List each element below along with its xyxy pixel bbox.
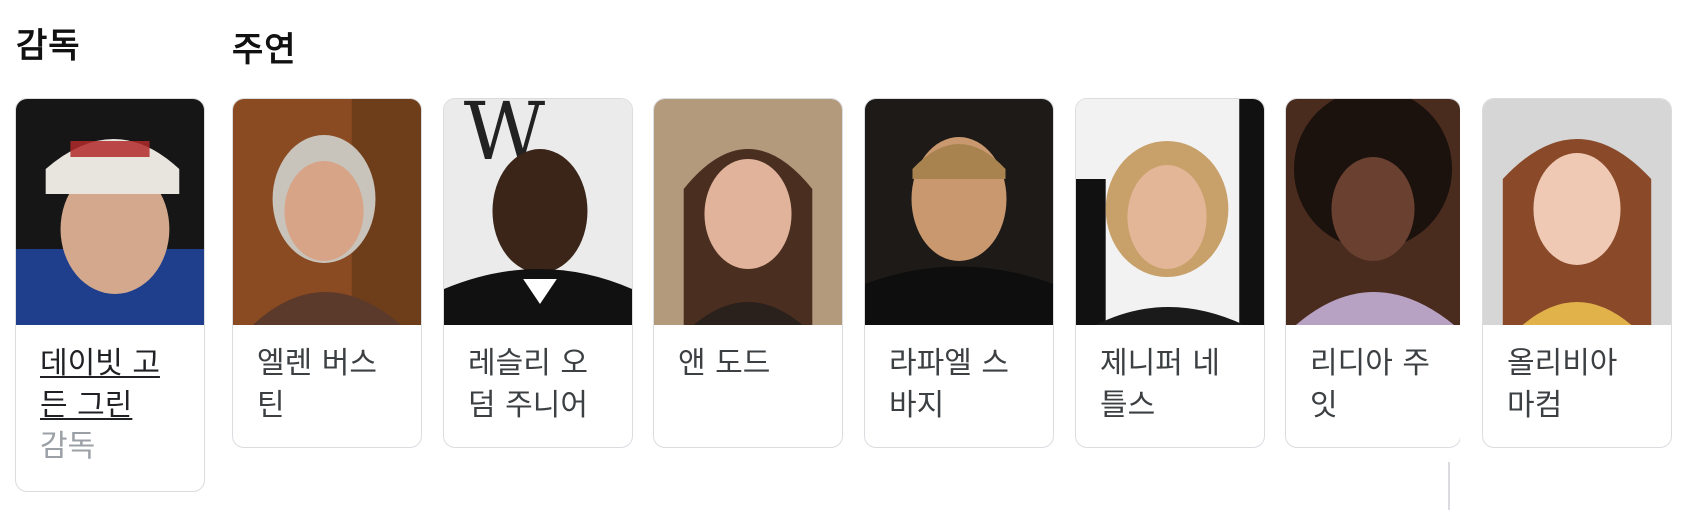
cast-card[interactable]: 라파엘 스바지 xyxy=(864,98,1054,448)
director-role: 감독 xyxy=(40,429,96,464)
cast-card[interactable]: 리디아 주잇 xyxy=(1285,98,1461,448)
cast-name: 리디아 주잇 xyxy=(1310,346,1430,423)
director-heading: 감독 xyxy=(16,26,81,66)
cast-photo xyxy=(233,99,421,325)
cast-photo xyxy=(865,99,1053,325)
cast-card[interactable]: 올리비아 마컴 xyxy=(1482,98,1672,448)
carousel-scrollbar[interactable] xyxy=(1448,462,1450,510)
carousel-fade xyxy=(1460,96,1482,476)
cast-photo xyxy=(1286,99,1460,325)
cast-photo xyxy=(1076,99,1264,325)
cast-name: 앤 도드 xyxy=(678,346,771,381)
cast-card[interactable]: 앤 도드 xyxy=(653,98,843,448)
cast-name: 레슬리 오덤 주니어 xyxy=(468,346,588,423)
cast-card[interactable]: W 레슬리 오덤 주니어 xyxy=(443,98,633,448)
cast-name: 라파엘 스바지 xyxy=(889,346,1009,423)
director-name[interactable]: 데이빗 고든 그린 xyxy=(16,325,204,427)
cast-name: 올리비아 마컴 xyxy=(1507,346,1618,423)
cast-photo: W xyxy=(444,99,632,325)
cast-name: 엘렌 버스틴 xyxy=(257,346,377,423)
director-card[interactable]: 데이빗 고든 그린 감독 xyxy=(15,98,205,492)
people-carousel: 감독 주연 데이빗 고든 그린 감독 엘렌 버스틴 W 레슬리 오덤 주니어 앤… xyxy=(0,0,1694,518)
cast-photo xyxy=(1483,99,1671,325)
director-photo xyxy=(16,99,204,325)
cast-photo xyxy=(654,99,842,325)
cast-card[interactable]: 엘렌 버스틴 xyxy=(232,98,422,448)
cast-card[interactable]: 제니퍼 네틀스 xyxy=(1075,98,1265,448)
cast-name: 제니퍼 네틀스 xyxy=(1100,346,1220,423)
cast-heading: 주연 xyxy=(232,30,297,70)
